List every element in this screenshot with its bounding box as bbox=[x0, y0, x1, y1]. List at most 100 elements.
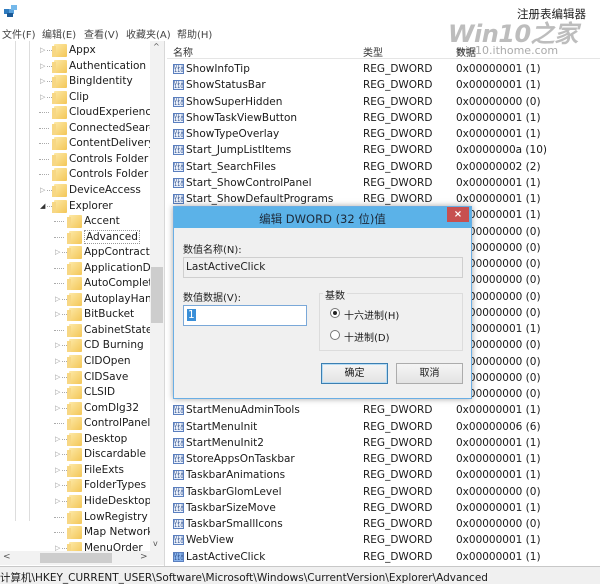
folder-icon bbox=[52, 44, 67, 57]
radio-hexadecimal-label[interactable]: 十六进制(H) bbox=[344, 307, 399, 322]
value-type: REG_DWORD bbox=[363, 193, 433, 205]
folder-icon bbox=[67, 277, 82, 291]
scroll-up-icon[interactable]: ^ bbox=[153, 42, 160, 51]
list-row[interactable]: 011 110 Start_JumpListItems REG_DWORD 0x000… bbox=[167, 142, 600, 158]
ok-button[interactable]: 确定 bbox=[321, 363, 388, 384]
tree-item[interactable]: ◢ Explorer bbox=[0, 199, 150, 215]
value-type: REG_DWORD bbox=[363, 501, 433, 514]
tree-item[interactable]: ▷ BingIdentity bbox=[0, 74, 150, 90]
tree-item[interactable]: ▷ CIDOpen bbox=[0, 354, 150, 370]
tree-item[interactable]: ▷ BitBucket bbox=[0, 307, 150, 323]
folder-icon bbox=[67, 401, 82, 415]
tree-item[interactable]: Advanced bbox=[0, 229, 150, 246]
cancel-button[interactable]: 取消 bbox=[396, 363, 463, 384]
tree-item[interactable]: CabinetState bbox=[0, 323, 152, 339]
tree-item-label: Discardable bbox=[84, 448, 146, 461]
list-row[interactable]: 011 110 TaskbarSmallIcons REG_DWORD 0x00000… bbox=[167, 516, 600, 532]
tree-scroll-thumb[interactable] bbox=[151, 267, 163, 323]
menu-help[interactable]: 帮助(H) bbox=[177, 26, 212, 41]
list-row[interactable]: 011 110 TaskbarGlomLevel REG_DWORD 0x000000… bbox=[167, 484, 600, 500]
list-row[interactable]: 011 110 StartMenuInit2 REG_DWORD 0x00000001… bbox=[167, 435, 600, 451]
tree-item[interactable]: ▷ Authentication bbox=[0, 59, 150, 75]
tree-item[interactable]: Accent bbox=[0, 214, 150, 230]
tree-item[interactable]: ▷ HideDesktopIc bbox=[0, 494, 160, 510]
list-row[interactable]: 011 110 ShowInfoTip REG_DWORD 0x00000001 (1… bbox=[167, 61, 600, 77]
tree-item[interactable]: ▷ AutoplayHandle bbox=[0, 292, 164, 308]
tree-item[interactable]: Map Network I bbox=[0, 525, 160, 541]
tree-item[interactable]: CloudExperienceH bbox=[0, 105, 164, 121]
tree-item-label: Clip bbox=[69, 90, 89, 103]
value-type: REG_DWORD bbox=[363, 160, 433, 173]
value-type: REG_DWORD bbox=[363, 111, 433, 124]
tree-item[interactable]: ▷ Appx bbox=[0, 43, 150, 59]
tree-item[interactable]: ▷ Desktop bbox=[0, 432, 150, 448]
list-row[interactable]: 011 110 TaskbarAnimations REG_DWORD 0x00000… bbox=[167, 467, 600, 483]
list-row[interactable]: 011 110 Start_SearchFiles REG_DWORD 0x00000… bbox=[167, 159, 600, 175]
radio-decimal-label[interactable]: 十进制(D) bbox=[344, 329, 390, 344]
tree-item[interactable]: LowRegistry bbox=[0, 510, 150, 526]
tree-item[interactable]: ConnectedSearch bbox=[0, 121, 162, 137]
tree-item[interactable]: ▷ CIDSave bbox=[0, 370, 150, 386]
list-row[interactable]: 011 110 Start_ShowDefaultPrograms REG_DWOR… bbox=[167, 191, 600, 207]
tree-item[interactable]: ContentDeliveryMa bbox=[0, 136, 164, 152]
list-row[interactable]: 011 110 ShowTypeOverlay REG_DWORD 0x0000000… bbox=[167, 126, 600, 142]
tree-connector bbox=[54, 221, 64, 223]
tree-item[interactable]: Controls Folder bbox=[0, 152, 150, 168]
list-row[interactable]: 011 110 StartMenuAdminTools REG_DWORD 0x000… bbox=[167, 402, 600, 418]
menu-file[interactable]: 文件(F) bbox=[2, 26, 36, 41]
list-row[interactable]: 011 110 StartMenuInit REG_DWORD 0x00000006 … bbox=[167, 419, 600, 435]
tree-horizontal-scrollbar[interactable]: < > bbox=[0, 551, 164, 565]
tree-item-label: CIDSave bbox=[84, 370, 129, 383]
value-name: ShowInfoTip bbox=[186, 63, 250, 75]
dword-value-icon: 011 110 bbox=[173, 161, 184, 172]
tree-item[interactable]: ▷ ComDlg32 bbox=[0, 401, 150, 417]
regedit-icon bbox=[4, 5, 17, 17]
radio-hexadecimal[interactable] bbox=[330, 308, 340, 318]
tree-item[interactable]: ▷ CD Burning bbox=[0, 338, 150, 354]
tree-item[interactable]: ▷ FileExts bbox=[0, 463, 150, 479]
tree-item[interactable]: AutoComplete bbox=[0, 276, 159, 292]
tree-item[interactable]: ▷ Clip bbox=[0, 90, 150, 106]
tree-item-label: FileExts bbox=[84, 463, 125, 476]
folder-icon bbox=[52, 75, 67, 89]
tree-item[interactable]: ApplicationDes bbox=[0, 261, 163, 277]
list-row[interactable]: 011 110 ShowStatusBar REG_DWORD 0x00000001 … bbox=[167, 77, 600, 93]
tree-item[interactable]: ▷ AppContract bbox=[0, 245, 150, 261]
dword-value-icon: 011 110 bbox=[173, 96, 184, 107]
tree-hscroll-thumb[interactable] bbox=[40, 553, 112, 563]
list-row[interactable]: 011 110 StoreAppsOnTaskbar REG_DWORD 0x0000… bbox=[167, 451, 600, 467]
scroll-right-icon[interactable]: > bbox=[140, 552, 148, 562]
tree-connector bbox=[54, 423, 64, 425]
tree-item[interactable]: ControlPanel bbox=[0, 416, 150, 432]
value-data-text: 1 bbox=[187, 309, 196, 321]
list-row[interactable]: 011 110 ShowTaskViewButton REG_DWORD 0x0000… bbox=[167, 110, 600, 126]
tree-item[interactable]: ▷ CLSID bbox=[0, 385, 150, 401]
column-header-data[interactable]: 数据 bbox=[456, 44, 476, 59]
value-name: TaskbarAnimations bbox=[186, 469, 286, 482]
scroll-down-icon[interactable]: v bbox=[153, 539, 158, 548]
menu-favorites[interactable]: 收藏夹(A) bbox=[126, 26, 171, 41]
tree-item[interactable]: Controls Folder (W bbox=[0, 167, 164, 183]
list-row[interactable]: 011 110 Start_ShowControlPanel REG_DWORD 0x… bbox=[167, 175, 600, 191]
dialog-title-bar[interactable]: 编辑 DWORD (32 位)值 × bbox=[174, 207, 471, 228]
list-row[interactable]: 011 110 ShowSuperHidden REG_DWORD 0x0000000… bbox=[167, 94, 600, 110]
tree-item[interactable]: ▷ FolderTypes bbox=[0, 478, 150, 494]
column-header-type[interactable]: 类型 bbox=[363, 44, 383, 59]
menu-edit[interactable]: 编辑(E) bbox=[42, 26, 76, 41]
dword-value-icon: 011 110 bbox=[173, 535, 184, 546]
scroll-left-icon[interactable]: < bbox=[3, 552, 11, 562]
column-header-name[interactable]: 名称 bbox=[173, 44, 193, 59]
menu-view[interactable]: 查看(V) bbox=[84, 26, 119, 41]
close-button[interactable]: × bbox=[447, 207, 469, 222]
list-row[interactable]: 011 110 TaskbarSizeMove REG_DWORD 0x0000000… bbox=[167, 500, 600, 516]
value-data-input[interactable]: 1 bbox=[183, 305, 307, 326]
tree-vertical-scrollbar[interactable]: ^ v bbox=[150, 41, 164, 551]
tree-item[interactable]: ▷ Discardable bbox=[0, 447, 150, 463]
base-group-label: 基数 bbox=[323, 287, 347, 302]
value-data: 0x00000000 (0) bbox=[456, 485, 541, 498]
radio-decimal[interactable] bbox=[330, 330, 340, 340]
value-name-field[interactable]: LastActiveClick bbox=[183, 257, 463, 278]
tree-item[interactable]: ▷ DeviceAccess bbox=[0, 183, 150, 199]
list-row[interactable]: 011 110 LastActiveClick REG_DWORD 0x0000000… bbox=[167, 549, 600, 565]
list-row[interactable]: 011 110 WebView REG_DWORD 0x00000001 (1) bbox=[167, 532, 600, 548]
